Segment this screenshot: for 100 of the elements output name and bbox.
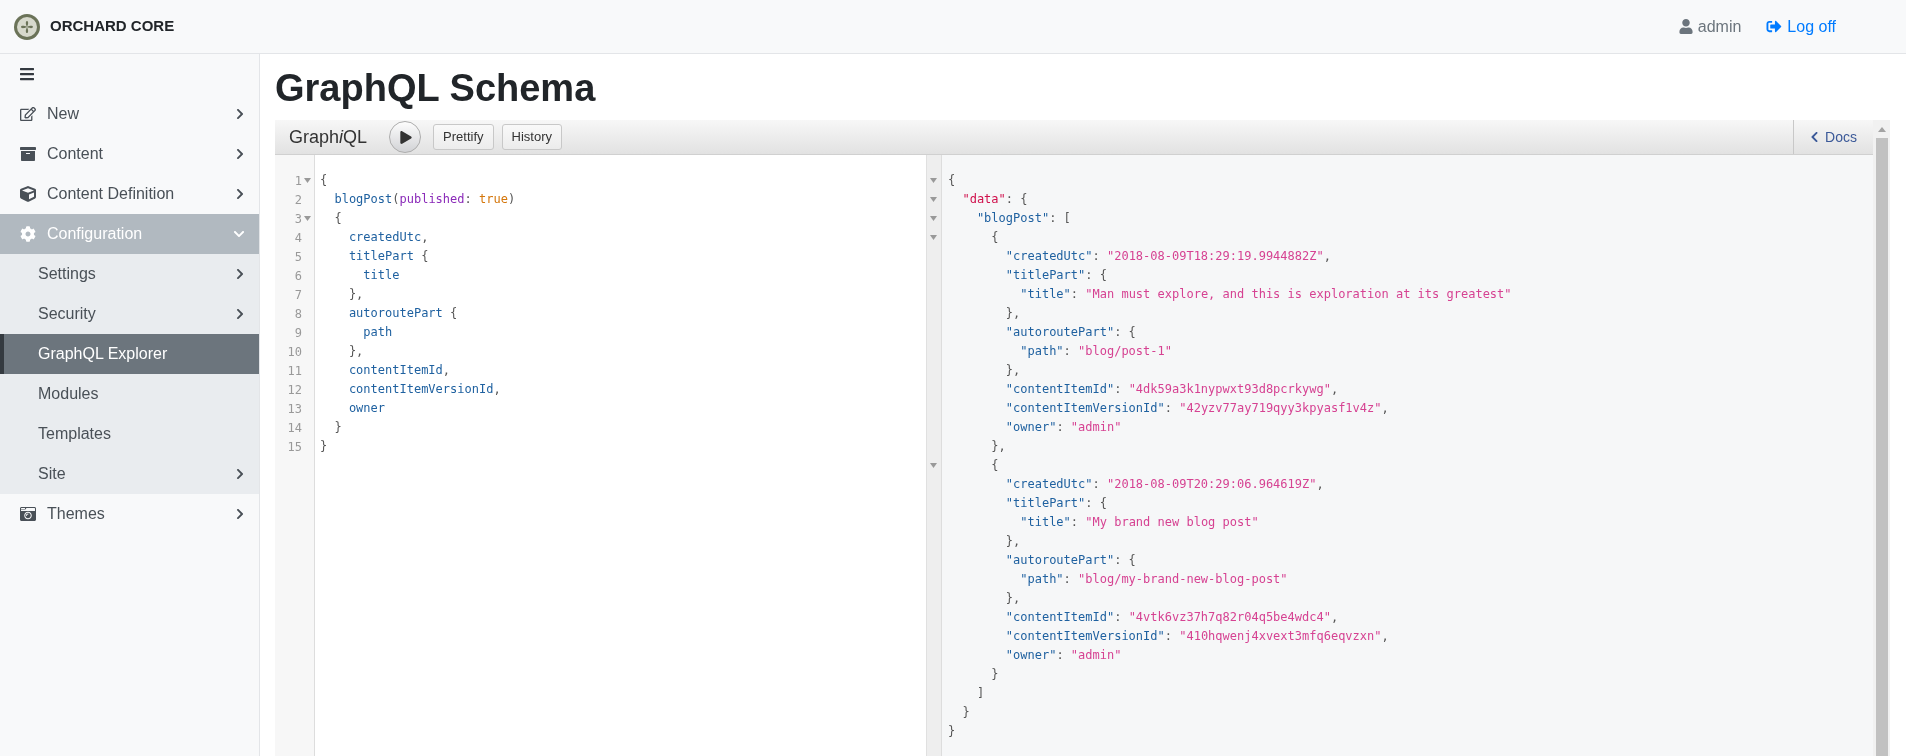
chevron-right-icon xyxy=(235,108,245,120)
edit-icon xyxy=(20,106,36,122)
line-number: 6 xyxy=(294,267,302,285)
logo-icon xyxy=(13,12,41,41)
code-line: "data": { xyxy=(961,191,1028,208)
code-line: ] xyxy=(975,685,985,702)
sidebar-item[interactable]: Modules xyxy=(0,374,259,414)
sidebar-item[interactable]: Templates xyxy=(0,414,259,454)
user-name[interactable]: admin xyxy=(1697,14,1742,39)
line-number: 5 xyxy=(294,248,302,266)
code-line: "path": "blog/post-1" xyxy=(1019,343,1172,360)
logoff-link[interactable]: Log off xyxy=(1787,14,1836,39)
camera-icon xyxy=(20,506,36,522)
line-number: 13 xyxy=(287,400,302,418)
code-line: { xyxy=(333,210,342,227)
fold-arrow-icon[interactable] xyxy=(930,216,937,221)
line-number: 7 xyxy=(294,286,302,304)
chevron-left-icon xyxy=(1810,131,1820,143)
code-line: "blogPost": [ xyxy=(975,210,1071,227)
code-line: "autoroutePart": { xyxy=(1004,324,1136,341)
play-icon xyxy=(400,130,413,144)
chevron-right-icon xyxy=(235,508,245,520)
line-number: 8 xyxy=(294,305,302,323)
line-number: 15 xyxy=(287,438,302,456)
line-number: 9 xyxy=(294,324,302,342)
chevron-right-icon xyxy=(235,468,245,480)
user-icon xyxy=(1678,19,1693,34)
code-line: }, xyxy=(1004,305,1021,322)
code-line: createdUtc, xyxy=(347,229,429,246)
chevron-down-icon xyxy=(233,228,245,240)
code-line: "path": "blog/my-brand-new-blog-post" xyxy=(1019,571,1288,588)
code-line: "title": "Man must explore, and this is exploration at its greatest" xyxy=(1019,286,1512,303)
code-line: "titlePart": { xyxy=(1004,495,1107,512)
sidebar-item[interactable]: Site xyxy=(0,454,259,494)
line-number: 3 xyxy=(294,210,302,228)
line-number: 2 xyxy=(294,191,302,209)
code-line: }, xyxy=(347,343,364,360)
scrollbar-thumb[interactable] xyxy=(1875,138,1888,756)
sidebar-item[interactable]: Settings xyxy=(0,254,259,294)
cube-icon xyxy=(20,186,36,202)
scroll-up-icon[interactable] xyxy=(1877,127,1886,132)
brand-name[interactable]: ORCHARD CORE xyxy=(50,15,175,38)
fold-arrow-icon[interactable] xyxy=(930,178,937,183)
code-line: "contentItemVersionId": "42yzv77ay719qyy3kpyasf1v4z", xyxy=(1004,400,1389,417)
fold-arrow-icon[interactable] xyxy=(930,235,937,240)
logout-icon xyxy=(1766,19,1783,34)
code-line: "owner": "admin" xyxy=(1004,647,1122,664)
code-line: }, xyxy=(1004,533,1021,550)
code-line: "titlePart": { xyxy=(1004,267,1107,284)
line-number: 4 xyxy=(294,229,302,247)
line-number: 10 xyxy=(287,343,302,361)
line-number: 12 xyxy=(287,381,302,399)
toolbar-button[interactable]: History xyxy=(501,124,562,150)
query-editor[interactable]: 1 2 3 4 5 6 7 8 9 10 11 12 13 14 15 { blogPost(published: true) { createdUtc, titlePart { title }, autoroutePart { path }, contentItemId, contentItemVersionId, owner } } xyxy=(275,155,927,756)
sidebar-item[interactable]: GraphQL Explorer xyxy=(0,334,259,374)
menu-icon[interactable] xyxy=(20,66,34,82)
code-line: titlePart { xyxy=(347,248,429,265)
fold-arrow-icon[interactable] xyxy=(930,463,937,468)
code-line: { xyxy=(990,229,999,246)
run-button[interactable] xyxy=(389,121,422,153)
code-line: "owner": "admin" xyxy=(1004,419,1122,436)
code-line: } xyxy=(333,419,342,436)
code-line: } xyxy=(961,704,970,721)
code-line: owner xyxy=(347,400,386,417)
code-line: }, xyxy=(1004,362,1021,379)
code-line: { xyxy=(990,457,999,474)
chevron-right-icon xyxy=(235,188,245,200)
code-line: { xyxy=(948,172,956,189)
code-line: "contentItemId": "4vtk6vz37h7q82r04q5be4wdc4", xyxy=(1004,609,1339,626)
line-number: 11 xyxy=(287,362,302,380)
code-line: }, xyxy=(347,286,364,303)
sidebar-item[interactable]: Security xyxy=(0,294,259,334)
code-line: } xyxy=(320,438,328,455)
code-line: } xyxy=(948,723,956,740)
fold-arrow-icon[interactable] xyxy=(930,197,937,202)
code-line: autoroutePart { xyxy=(347,305,458,322)
code-line: }, xyxy=(1004,590,1021,607)
code-line: { xyxy=(320,172,328,189)
scrollbar[interactable] xyxy=(1873,120,1890,756)
code-line: blogPost(published: true) xyxy=(333,191,516,208)
code-line: } xyxy=(990,666,999,683)
code-line: contentItemId, xyxy=(347,362,451,379)
gear-icon xyxy=(20,226,36,242)
code-line: "contentItemVersionId": "410hqwenj4xvext3mfq6eqvzxn", xyxy=(1004,628,1389,645)
code-line: "autoroutePart": { xyxy=(1004,552,1136,569)
code-line: "title": "My brand new blog post" xyxy=(1019,514,1259,531)
page-title: GraphQL Schema xyxy=(275,69,597,107)
fold-arrow-icon[interactable] xyxy=(304,216,311,221)
chevron-right-icon xyxy=(235,268,245,280)
code-line: contentItemVersionId, xyxy=(347,381,501,398)
archive-icon xyxy=(20,146,36,162)
code-line: }, xyxy=(990,438,1006,455)
toolbar-button[interactable]: Prettify xyxy=(433,124,494,150)
code-line: title xyxy=(362,267,400,284)
chevron-right-icon xyxy=(235,308,245,320)
code-line: "contentItemId": "4dk59a3k1nypwxt93d8pcrkywg", xyxy=(1004,381,1339,398)
graphiql-logo: GraphiQL xyxy=(289,125,368,149)
fold-arrow-icon[interactable] xyxy=(304,178,311,183)
code-line: "createdUtc": "2018-08-09T20:29:06.964619Z", xyxy=(1004,476,1324,493)
chevron-right-icon xyxy=(235,148,245,160)
